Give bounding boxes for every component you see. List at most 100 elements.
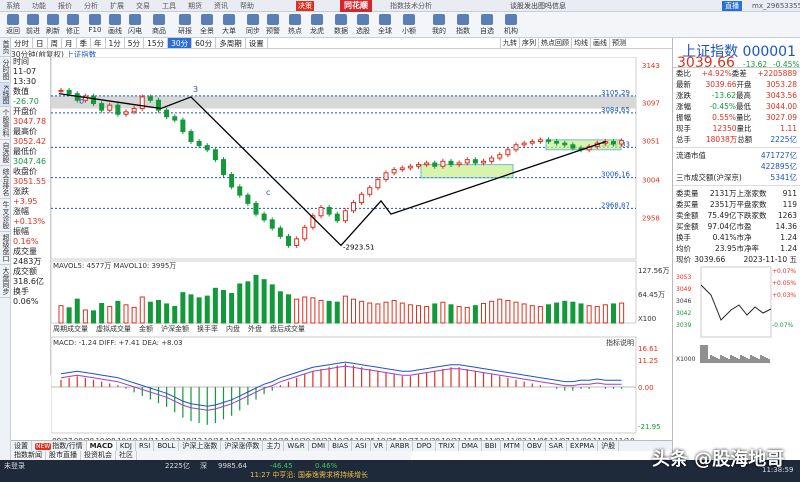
wave-label-c: c — [266, 188, 270, 197]
indicator-tab[interactable]: VR — [371, 441, 388, 451]
period-tab[interactable]: 日 — [33, 38, 48, 48]
period-tab[interactable]: 1分 — [106, 38, 125, 48]
indicator-tab[interactable]: EXPMA — [567, 441, 599, 451]
side-tab[interactable]: 首页 — [0, 38, 11, 57]
info-tab[interactable]: 社区 — [116, 451, 137, 460]
toolbar-button-5[interactable]: 画线 — [104, 13, 126, 37]
indicator-tab[interactable]: KDJ — [117, 441, 136, 451]
menu-item-analysis[interactable]: 分析 — [78, 1, 104, 11]
toolbar-button-15[interactable]: 数据 — [330, 13, 352, 37]
indicator-tab[interactable]: BBI — [482, 441, 501, 451]
menu-item-extend[interactable]: 扩展 — [104, 1, 130, 11]
period-tab[interactable]: 60分 — [192, 38, 217, 48]
side-tab[interactable]: 超级盘口 — [0, 232, 11, 265]
period-tab[interactable]: 5分 — [125, 38, 145, 48]
period-tab[interactable]: 季 — [77, 38, 91, 48]
toolbar-button-21[interactable]: 自选 — [476, 13, 498, 37]
side-tab[interactable]: 分时图 — [0, 57, 11, 83]
toolbar-button-10[interactable]: 大单 — [218, 13, 240, 37]
period-tab[interactable]: 年 — [91, 38, 106, 48]
live-button[interactable]: 直播 — [722, 1, 742, 11]
indicator-tab[interactable]: TRIX — [436, 441, 459, 451]
toolbar-button-1[interactable]: 前进 — [22, 13, 44, 37]
toolbar-button-17[interactable]: 全球 — [374, 13, 396, 37]
menu-item-function[interactable]: 功能 — [26, 1, 52, 11]
indicator-tab[interactable]: MTM — [501, 441, 524, 451]
news-ticker[interactable]: 11:27 中亨沿: 国泰逸需求将持续增长 — [250, 471, 368, 480]
indicator-tab[interactable]: ASI — [352, 441, 371, 451]
indicator-tab[interactable]: NEW 指数/行情 — [32, 441, 87, 451]
kline-chart[interactable]: 3105.293084.653042.833006.162968.8731433… — [51, 57, 672, 440]
toolbar-button-4[interactable]: F10 — [84, 13, 106, 37]
toolbar-button-22[interactable]: 机构 — [500, 13, 522, 37]
side-tab[interactable]: 个股资料 — [0, 107, 11, 140]
user-name[interactable]: mx_296533556 — [752, 0, 800, 12]
toolbar-button-14[interactable]: 龙虎 — [306, 13, 328, 37]
indicator-tab[interactable]: 主力 — [263, 441, 285, 451]
menu-item-trade[interactable]: 交易 — [130, 1, 156, 11]
menu-item-help[interactable]: 帮助 — [234, 1, 260, 11]
toolbar-button-0[interactable]: 返回 — [2, 13, 24, 37]
side-tab[interactable]: 大盘同步 — [0, 265, 11, 298]
indicator-tab[interactable]: 沪股 — [598, 441, 620, 451]
promo-text[interactable]: 谈股发出图吗信息 — [510, 0, 566, 12]
indicator-tab[interactable]: RSI — [136, 441, 155, 451]
toolbar-button-20[interactable]: 指数 — [452, 13, 474, 37]
menu-item-system[interactable]: 系统 — [0, 1, 26, 11]
toolbar-button-2[interactable]: 刷新 — [42, 13, 64, 37]
toolbar-button-8[interactable]: 研报 — [174, 13, 196, 37]
mini-chart[interactable]: +0.07% +0.05% +0.03% 3053 3049 3046 3042 3039 -0… — [673, 265, 799, 365]
macd-help-button[interactable]: 指标说明 — [606, 338, 634, 347]
toolbar-button-12[interactable]: 预警 — [262, 13, 284, 37]
indicator-tab[interactable]: DPO — [413, 441, 436, 451]
period-tab[interactable]: 月 — [62, 38, 77, 48]
indicator-tab[interactable]: 设置 — [11, 441, 32, 451]
indicator-tab[interactable]: OBV — [524, 441, 546, 451]
indicator-tab[interactable]: 沪深涨停数 — [221, 441, 264, 451]
toolbar-button-3[interactable]: 修正 — [62, 13, 84, 37]
period-tab[interactable]: 15分 — [144, 38, 169, 48]
indicator-tab[interactable]: W&R — [284, 441, 309, 451]
side-tab[interactable]: K线图 — [0, 83, 11, 107]
indicator-tab[interactable]: SAR — [546, 441, 567, 451]
toolbar-button-6[interactable]: 闪电 — [124, 13, 146, 37]
login-status[interactable]: 未登录 — [4, 462, 25, 471]
period-tab[interactable]: 多周期 — [216, 38, 246, 48]
indicator-tab[interactable]: ARBR — [387, 441, 414, 451]
toolbar-button-18[interactable]: 小额 — [398, 13, 420, 37]
toolbar-button-11[interactable]: 同步 — [242, 13, 264, 37]
toolbar-button-7[interactable]: 商品 — [148, 13, 170, 37]
toolbar-button-9[interactable]: 全景 — [196, 13, 218, 37]
chart-tool-tab[interactable]: 序列 — [519, 38, 538, 49]
indicator-tab[interactable]: DMI — [309, 441, 330, 451]
indicator-tab[interactable]: DMA — [459, 441, 482, 451]
menu-item-tools[interactable]: 工具 — [156, 1, 182, 11]
indicator-tab[interactable]: BIAS — [329, 441, 353, 451]
chart-tool-tab[interactable]: 均线 — [571, 38, 590, 49]
indicator-tab[interactable]: BOLL — [154, 441, 180, 451]
info-tab[interactable]: 指数新闻 — [11, 451, 46, 460]
period-tab[interactable]: 分时 — [11, 38, 33, 48]
chart-tool-tab[interactable]: 九转 — [500, 38, 519, 49]
chart-tool-tab[interactable]: 热点回顾 — [538, 38, 571, 49]
chart-tool-tab[interactable]: 预测 — [609, 38, 628, 49]
indicator-tab[interactable]: 沪深上涨数 — [179, 441, 222, 451]
toolbar-button-19[interactable]: 我的 — [428, 13, 450, 37]
period-tab[interactable]: 设置 — [246, 38, 268, 48]
toolbar-button-13[interactable]: 热点 — [284, 13, 306, 37]
chart-tool-tab[interactable]: 画线 — [590, 38, 609, 49]
info-tab[interactable]: 股市直播 — [46, 451, 81, 460]
side-tab[interactable]: 自选股 — [0, 140, 11, 166]
period-tab[interactable]: 周 — [48, 38, 62, 48]
menu-item-news[interactable]: 资讯 — [208, 1, 234, 11]
toolbar-icon — [403, 14, 415, 25]
decision-tag[interactable]: 决策 — [296, 1, 314, 11]
period-tab[interactable]: 30分 — [168, 38, 193, 48]
side-tab[interactable]: 综合排名 — [0, 166, 11, 199]
menu-item-futures[interactable]: 期货 — [182, 1, 208, 11]
side-tab[interactable]: 牛叉诊股 — [0, 199, 11, 232]
indicator-tab[interactable]: MACD — [86, 441, 117, 451]
toolbar-button-16[interactable]: 选股 — [352, 13, 374, 37]
menu-item-quote[interactable]: 报价 — [52, 1, 78, 11]
info-tab[interactable]: 投资机会 — [81, 451, 116, 460]
